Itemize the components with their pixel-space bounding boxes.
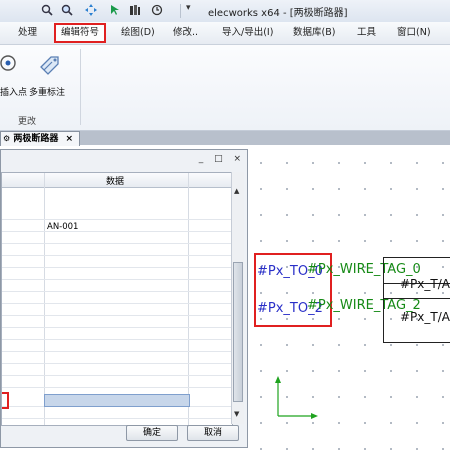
tab-modify[interactable]: 修改.. <box>173 26 198 40</box>
scroll-down-icon[interactable]: ▼ <box>234 410 239 418</box>
ribbon-group-label: 更改 <box>18 117 37 127</box>
terminal-label-a[interactable]: #Px_T/A <box>400 277 450 291</box>
insert-point-button[interactable]: 插入点 <box>0 85 27 98</box>
tab-edit-symbol[interactable]: 编辑符号 <box>54 23 107 43</box>
selection-highlight <box>2 392 9 409</box>
grid-row-line <box>2 327 232 328</box>
tab-draw[interactable]: 绘图(D) <box>121 26 155 40</box>
zoom-window-icon[interactable] <box>60 4 74 18</box>
ribbon-tab-bar: 处理 编辑符号 绘图(D) 修改.. 导入/导出(I) 数据库(B) 工具 窗口… <box>0 22 450 45</box>
selected-grid-row[interactable] <box>44 394 190 407</box>
ok-button[interactable]: 确定 <box>126 425 178 441</box>
multi-tag-button[interactable]: 多重标注 <box>29 85 65 98</box>
properties-dialog: _ □ × 数据 AN-001 ▲ ▼ 确定 取消 <box>0 149 248 448</box>
window-title: elecworks x64 - [两极断路器] <box>208 8 348 19</box>
title-bar: ▾ elecworks x64 - [两极断路器] <box>0 0 450 23</box>
document-tab[interactable]: ⚙ 两极断路器 × <box>0 131 81 146</box>
tab-process[interactable]: 处理 <box>18 26 37 40</box>
document-tab-label: 两极断路器 <box>13 134 59 144</box>
ribbon-group-divider <box>80 49 81 125</box>
breaker-symbol-outline <box>383 257 450 343</box>
grid-row-line <box>2 231 232 232</box>
symbol-icon: ⚙ <box>3 134 11 143</box>
cancel-button[interactable]: 取消 <box>187 425 239 441</box>
dialog-window-controls: _ □ × <box>191 154 241 164</box>
grid-row-line <box>2 303 232 304</box>
grid-row-line <box>2 279 232 280</box>
tab-window[interactable]: 窗口(N) <box>397 26 431 40</box>
tab-tools[interactable]: 工具 <box>357 26 376 40</box>
data-grid[interactable]: 数据 AN-001 <box>1 172 233 426</box>
grid-row-line <box>2 351 232 352</box>
ribbon-panel: 插入点 多重标注 更改 <box>0 45 450 131</box>
grid-row-line <box>2 363 232 364</box>
grid-row-line <box>2 255 232 256</box>
grid-cell-value[interactable]: AN-001 <box>47 222 78 232</box>
grid-row-line <box>2 291 232 292</box>
undo-icon[interactable] <box>150 4 164 18</box>
pan-icon[interactable] <box>84 4 98 18</box>
column-header-data[interactable]: 数据 <box>106 174 124 187</box>
grid-row-line <box>2 387 232 388</box>
library-icon[interactable] <box>128 4 142 18</box>
minimize-icon[interactable]: _ <box>199 154 204 164</box>
vertical-scrollbar[interactable]: ▲ ▼ <box>231 172 244 424</box>
grid-row-line <box>2 375 232 376</box>
grid-row-line <box>2 418 232 419</box>
grid-row-line <box>2 267 232 268</box>
wire-line <box>384 298 450 299</box>
grid-row-line <box>2 243 232 244</box>
grid-header: 数据 <box>2 173 232 188</box>
document-tab-close-icon[interactable]: × <box>65 134 73 144</box>
scrollbar-thumb[interactable] <box>233 262 243 402</box>
pointer-icon[interactable] <box>108 4 122 18</box>
tab-import-export[interactable]: 导入/导出(I) <box>222 26 273 40</box>
tab-database[interactable]: 数据库(B) <box>293 26 335 40</box>
insert-point-icon[interactable] <box>0 53 20 73</box>
close-icon[interactable]: × <box>233 154 241 164</box>
multi-tag-icon[interactable] <box>38 53 62 77</box>
toolbar-separator <box>180 4 181 18</box>
zoom-in-icon[interactable] <box>40 4 54 18</box>
grid-row-line <box>2 315 232 316</box>
quick-access-dropdown-icon[interactable]: ▾ <box>186 3 191 13</box>
scroll-up-icon[interactable]: ▲ <box>234 187 239 195</box>
grid-row-line <box>2 339 232 340</box>
grid-row-line <box>2 219 232 220</box>
terminal-label-b[interactable]: #Px_T/A <box>400 310 450 324</box>
restore-icon[interactable]: □ <box>214 154 223 164</box>
